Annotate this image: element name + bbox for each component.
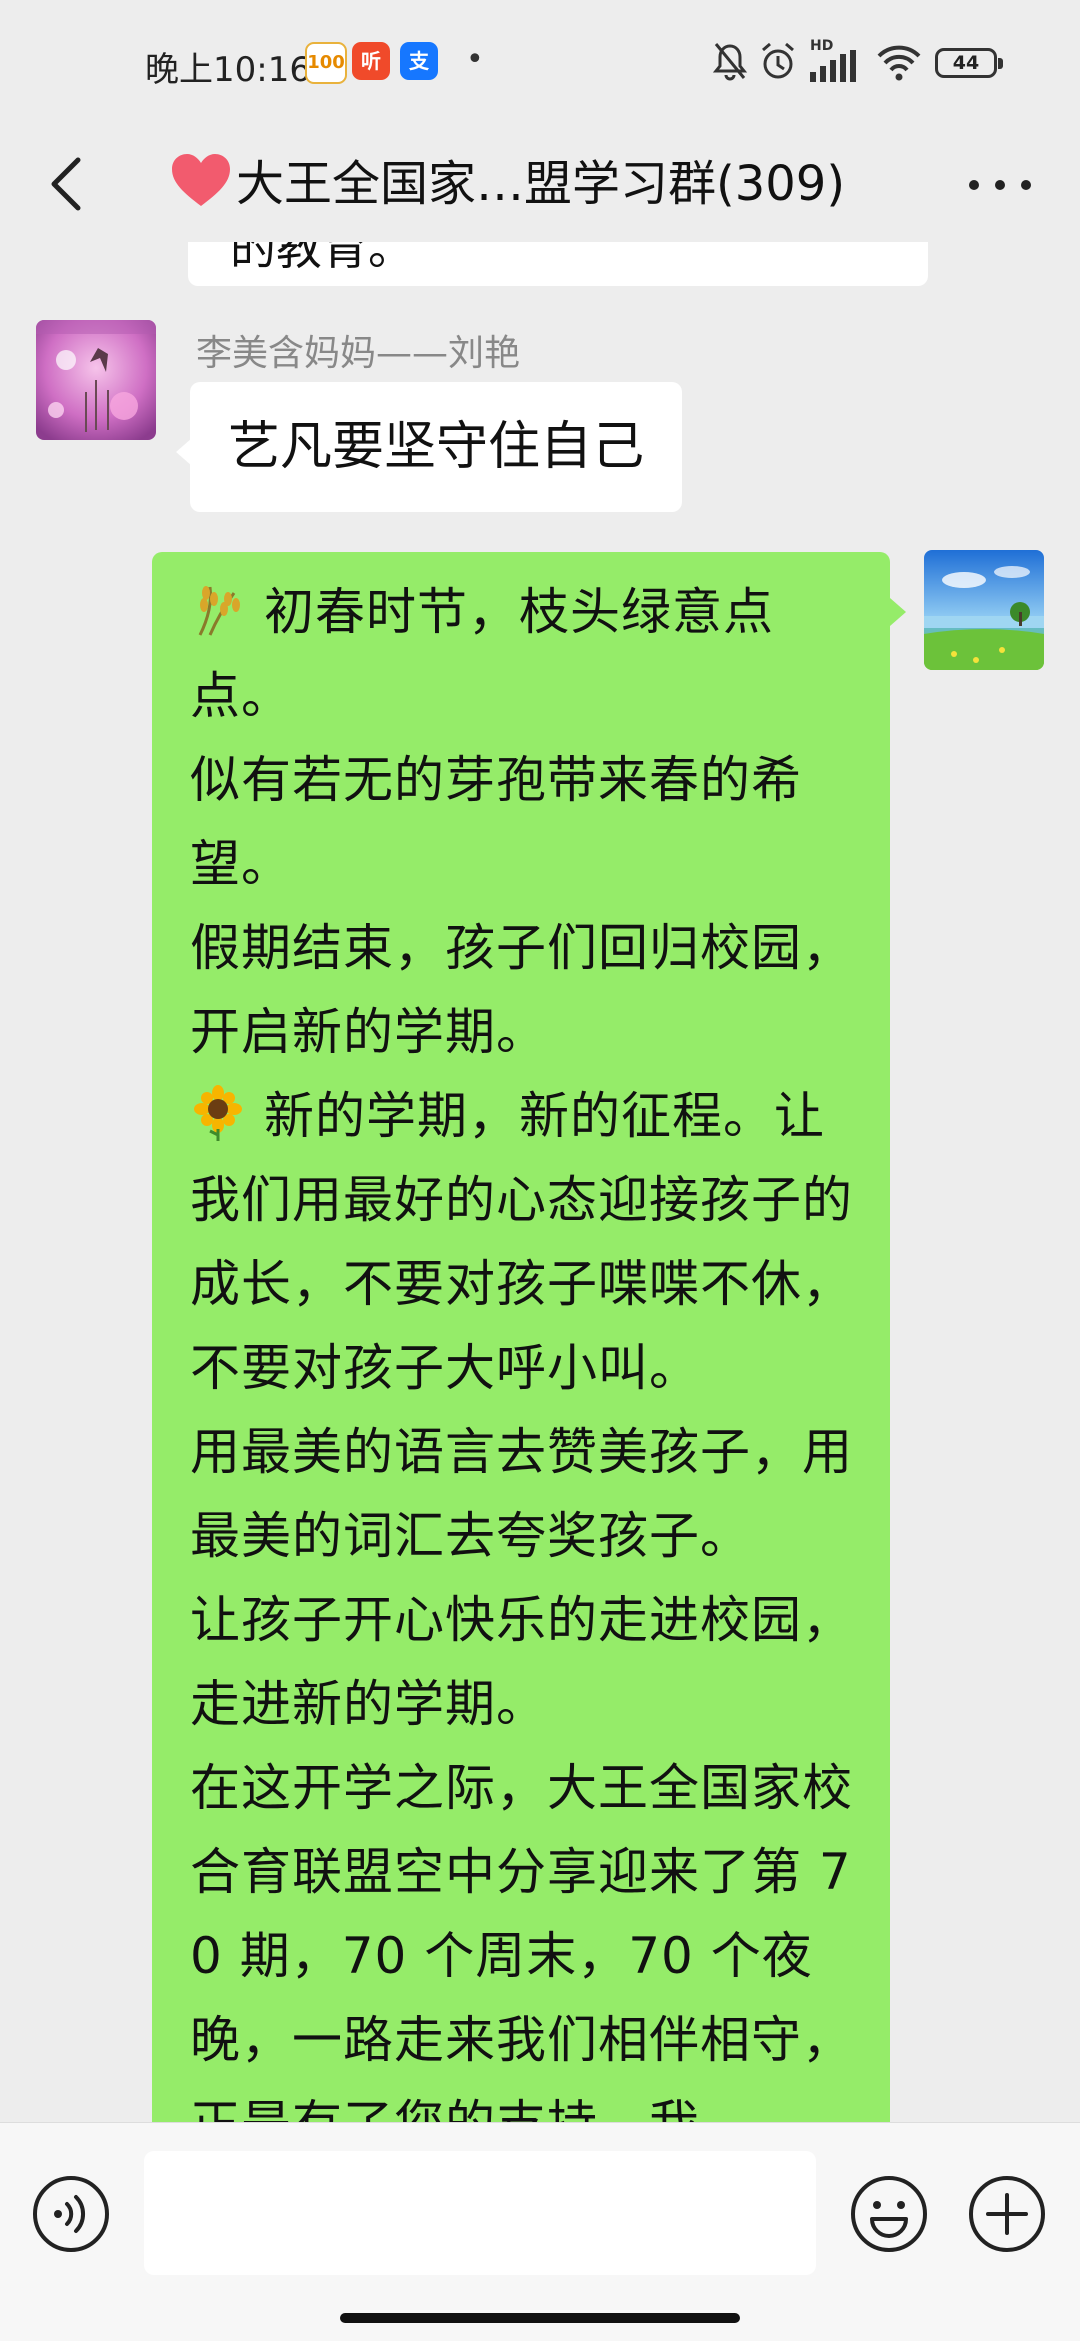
more-notifications-icon: • [466, 42, 484, 77]
sent-message-paragraph: 初春时节，枝头绿意点点。 [190, 583, 774, 725]
sent-message-paragraph: 用最美的语言去赞美孩子，用最美的词汇去夸奖孩子。 [190, 1423, 853, 1565]
mute-icon [712, 43, 748, 81]
received-message-bubble[interactable]: 艺凡要坚守住自己 [190, 382, 683, 512]
battery-indicator: 44 [935, 48, 1003, 78]
chat-message-list[interactable]: 的教育。 李美含妈妈——刘艳 艺凡要坚守住自己 初春时节，枝头绿意点点。 似有若… [0, 242, 1080, 2122]
home-indicator[interactable] [340, 2313, 740, 2323]
signal-icon: HD [808, 38, 868, 84]
sender-avatar[interactable] [36, 320, 156, 440]
status-time: 晚上10:16 [145, 50, 311, 90]
sent-message-paragraph: 假期结束，孩子们回归校园，开启新的学期。 [190, 919, 853, 1061]
sent-message-bubble[interactable]: 初春时节，枝头绿意点点。 似有若无的芽孢带来春的希望。 假期结束，孩子们回归校园… [152, 552, 890, 2122]
bubble-tail-right [890, 598, 906, 626]
input-bar [0, 2122, 1080, 2341]
previous-message-text: 的教育。 [230, 242, 414, 275]
emoji-icon[interactable] [848, 2173, 930, 2255]
sender-name: 李美含妈妈——刘艳 [196, 333, 521, 374]
chat-title-row[interactable]: 大王全国家…盟学习群(309) [170, 148, 910, 220]
heart-icon [172, 154, 230, 206]
app-alipay-icon: 支 [400, 42, 438, 80]
sent-message-paragraph: 让孩子开心快乐的走进校园，走进新的学期。 [190, 1591, 853, 1733]
rice-emoji-icon [198, 586, 240, 636]
app-ting-icon: 听 [352, 42, 390, 80]
more-icon[interactable] [960, 150, 1040, 220]
previous-message-bubble[interactable]: 的教育。 [188, 242, 928, 286]
sent-message-paragraph: 在这开学之际，大王全国家校合育联盟空中分享迎来了第 70 期，70 个周末，70… [190, 1759, 853, 2122]
alarm-icon [762, 42, 794, 79]
app-100-icon: 100 [305, 42, 347, 84]
voice-icon[interactable] [30, 2173, 112, 2255]
received-message-text: 艺凡要坚守住自己 [228, 417, 645, 477]
my-avatar[interactable] [924, 550, 1044, 670]
sent-message-paragraph: 新的学期，新的征程。让我们用最好的心态迎接孩子的成长，不要对孩子喋喋不休，不要对… [190, 1085, 853, 1397]
chat-title: 大王全国家…盟学习群(309) [236, 156, 846, 212]
message-input[interactable] [144, 2151, 816, 2275]
sunflower-emoji-icon [194, 1085, 242, 1141]
back-arrow-icon[interactable] [30, 144, 110, 224]
status-bar: 晚上10:16 100 听 支 • HD 44 [0, 0, 1080, 130]
sent-message-paragraph: 似有若无的芽孢带来春的希望。 [190, 751, 802, 893]
wifi-icon [877, 45, 921, 81]
plus-icon[interactable] [966, 2173, 1048, 2255]
chat-header: 大王全国家…盟学习群(309) [0, 130, 1080, 242]
